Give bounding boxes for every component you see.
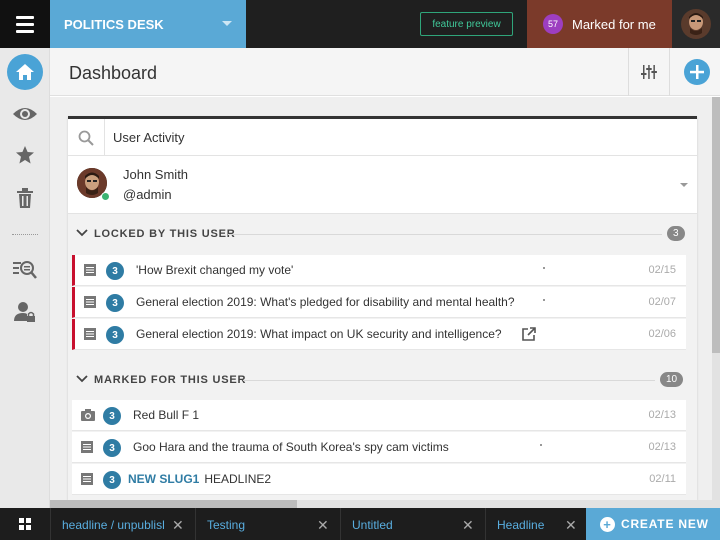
list-item[interactable]: 3 NEW SLUG1 HEADLINE2 02/11 [72, 464, 686, 495]
add-widget-button[interactable] [684, 59, 710, 85]
group-count-badge: 10 [660, 372, 684, 387]
group-title: MARKED FOR THIS USER [94, 374, 247, 386]
priority-badge: 3 [103, 439, 121, 457]
avatar [681, 9, 711, 39]
plus-icon [690, 65, 704, 79]
chevron-down-icon [222, 21, 232, 26]
user-name: John Smith [123, 167, 189, 182]
group-header-locked[interactable]: LOCKED BY THIS USER 3 [68, 219, 697, 249]
item-date: 02/13 [648, 409, 676, 421]
user-handle: @admin [123, 187, 172, 202]
hamburger-menu-icon[interactable] [0, 0, 50, 48]
vertical-scrollbar-thumb[interactable] [712, 97, 720, 353]
item-date: 02/15 [648, 264, 676, 276]
item-headline: HEADLINE2 [204, 472, 272, 486]
close-icon[interactable]: ✕ [317, 517, 329, 534]
taskbar-tab-label: Testing [207, 518, 246, 532]
external-link-icon[interactable] [522, 327, 536, 341]
item-date: 02/13 [648, 441, 676, 453]
create-new-label: CREATE NEW [621, 517, 709, 531]
item-headline: General election 2019: What impact on UK… [136, 327, 502, 341]
marked-for-me-label: Marked for me [572, 16, 656, 32]
apps-grid-icon[interactable] [0, 508, 50, 540]
item-headline: Goo Hara and the trauma of South Korea's… [133, 440, 449, 454]
widget-search-input[interactable]: User Activity [113, 130, 185, 145]
create-new-button[interactable]: + CREATE NEW [586, 508, 720, 540]
item-headline-row: NEW SLUG1 HEADLINE2 [128, 472, 271, 486]
search-workspace-icon[interactable] [7, 252, 43, 288]
group-count-badge: 3 [667, 226, 685, 241]
sidebar-divider [12, 234, 38, 235]
item-date: 02/06 [648, 328, 676, 340]
list-item[interactable]: 3 Goo Hara and the trauma of South Korea… [72, 432, 686, 463]
separator-dot [543, 267, 545, 269]
star-icon[interactable] [7, 137, 43, 173]
marked-for-me-button[interactable]: 57 Marked for me [527, 0, 672, 48]
item-headline: 'How Brexit changed my vote' [136, 263, 294, 277]
plus-icon: + [600, 516, 615, 532]
item-date: 02/11 [649, 473, 676, 485]
text-item-icon [84, 264, 96, 276]
home-icon[interactable] [7, 54, 43, 90]
priority-badge: 3 [106, 262, 124, 280]
group-divider [228, 234, 662, 235]
sliders-icon [641, 65, 657, 79]
desk-name: POLITICS DESK [64, 16, 164, 32]
camera-icon [81, 409, 95, 421]
list-item[interactable]: 3 General election 2019: What impact on … [72, 319, 686, 350]
chevron-down-icon[interactable] [680, 183, 688, 187]
page-header: Dashboard [50, 48, 720, 96]
separator-dot [543, 299, 545, 301]
widget-search-row: User Activity [68, 119, 697, 156]
activity-list: LOCKED BY THIS USER 3 3 'How Brexit chan… [68, 214, 697, 500]
settings-sliders-button[interactable] [628, 48, 670, 96]
text-item-icon [84, 328, 96, 340]
user-lock-icon[interactable] [7, 294, 43, 330]
group-header-marked[interactable]: MARKED FOR THIS USER 10 [68, 365, 697, 395]
online-status-indicator [101, 192, 110, 201]
list-item[interactable]: 3 'How Brexit changed my vote' 02/15 [72, 255, 686, 286]
priority-badge: 3 [103, 407, 121, 425]
desk-selector[interactable]: POLITICS DESK [50, 0, 246, 48]
taskbar-tab-label: headline / unpublisl [62, 518, 165, 532]
text-item-icon [81, 441, 93, 453]
group-divider [243, 380, 655, 381]
group-title: LOCKED BY THIS USER [94, 228, 236, 240]
item-headline: General election 2019: What's pledged fo… [136, 295, 515, 309]
list-item[interactable]: 3 General election 2019: What's pledged … [72, 287, 686, 318]
close-icon[interactable]: ✕ [565, 517, 577, 534]
bottom-taskbar: headline / unpublisl ✕ Testing ✕ Untitle… [0, 508, 720, 540]
user-activity-widget: User Activity John Smith @admin LOCKED B… [68, 116, 697, 500]
priority-badge: 3 [106, 294, 124, 312]
left-sidebar [0, 48, 50, 508]
trash-icon[interactable] [7, 180, 43, 216]
close-icon[interactable]: ✕ [462, 517, 474, 534]
item-date: 02/07 [648, 296, 676, 308]
text-item-icon [84, 296, 96, 308]
taskbar-tab-label: Untitled [352, 518, 393, 532]
chevron-down-icon [76, 229, 88, 237]
priority-badge: 3 [103, 471, 121, 489]
priority-badge: 3 [106, 326, 124, 344]
chevron-down-icon [76, 375, 88, 383]
page-title: Dashboard [69, 63, 158, 83]
marked-count-badge: 57 [543, 14, 563, 34]
close-icon[interactable]: ✕ [172, 517, 184, 534]
horizontal-scrollbar-thumb[interactable] [50, 500, 297, 508]
eye-icon[interactable] [7, 96, 43, 132]
text-item-icon [81, 473, 93, 485]
user-avatar-button[interactable] [672, 0, 720, 48]
item-headline: Red Bull F 1 [133, 408, 200, 422]
taskbar-tab-label: Headline [497, 518, 545, 532]
item-slug: NEW SLUG1 [128, 472, 200, 486]
list-item[interactable]: 3 Red Bull F 1 02/13 [72, 400, 686, 431]
search-icon[interactable] [68, 119, 105, 156]
user-selector[interactable]: John Smith @admin [68, 156, 697, 214]
separator-dot [540, 444, 542, 446]
feature-preview-button[interactable]: feature preview [420, 12, 513, 36]
